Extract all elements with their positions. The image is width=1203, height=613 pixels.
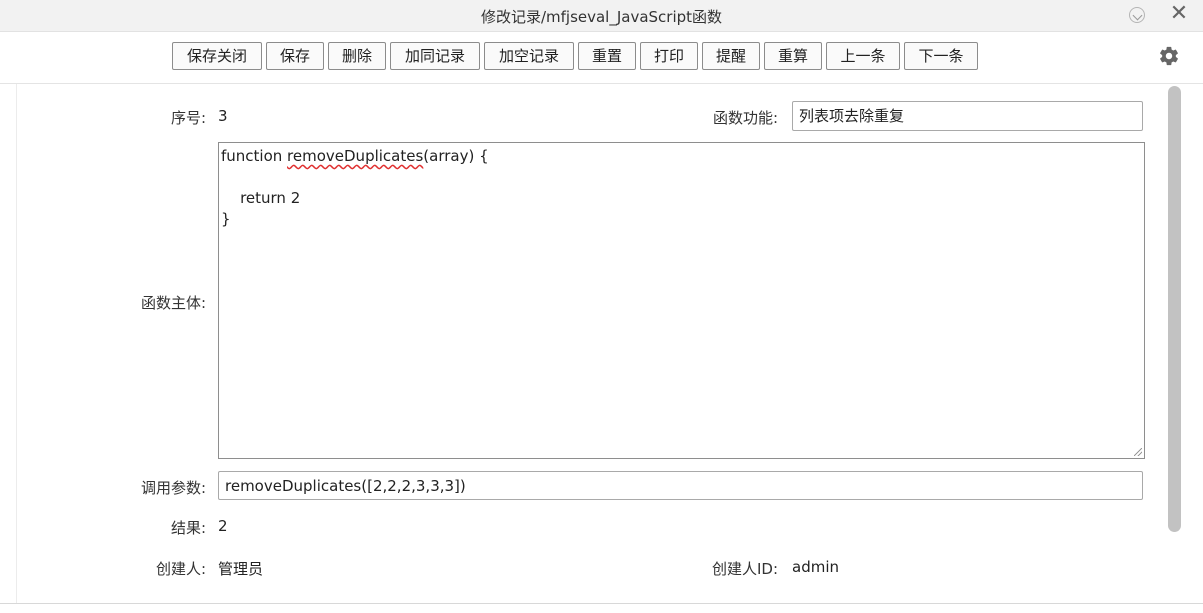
add-empty-record-button[interactable]: 加空记录 — [484, 42, 574, 70]
record-edit-window: 修改记录/mfjseval_JavaScript函数 ✕ 保存关闭 保存 删除 … — [0, 0, 1203, 604]
result-label: 结果: — [170, 519, 206, 537]
code-line: return 2 — [221, 189, 301, 207]
resize-grip-icon[interactable] — [1134, 448, 1142, 456]
toolbar: 保存关闭 保存 删除 加同记录 加空记录 重置 打印 提醒 重算 上一条 下一条 — [0, 31, 1203, 84]
func-body-textarea[interactable]: function removeDuplicates(array) { retur… — [218, 142, 1145, 459]
func-purpose-label: 函数功能: — [712, 109, 778, 127]
content-left-border — [16, 84, 17, 603]
title-bar: 修改记录/mfjseval_JavaScript函数 ✕ — [0, 0, 1203, 32]
code-line: } — [221, 210, 231, 228]
next-record-button[interactable]: 下一条 — [904, 42, 978, 70]
remind-button[interactable]: 提醒 — [702, 42, 760, 70]
gear-icon[interactable] — [1158, 45, 1180, 67]
call-params-label: 调用参数: — [140, 479, 206, 497]
print-button[interactable]: 打印 — [640, 42, 698, 70]
restore-icon[interactable] — [1129, 7, 1145, 23]
close-icon[interactable]: ✕ — [1168, 3, 1190, 26]
vertical-scrollbar[interactable] — [1168, 86, 1181, 532]
spellcheck-word: removeDuplicates — [287, 147, 424, 165]
code-line: function removeDuplicates(array) { — [221, 146, 1142, 167]
code-keyword: function — [221, 147, 288, 165]
creator-id-label: 创建人ID: — [711, 560, 778, 578]
reset-button[interactable]: 重置 — [578, 42, 636, 70]
window-title: 修改记录/mfjseval_JavaScript函数 — [480, 8, 723, 26]
seq-label: 序号: — [170, 109, 206, 127]
func-purpose-input[interactable]: 列表项去除重复 — [792, 101, 1143, 131]
result-value: 2 — [218, 517, 228, 535]
add-same-record-button[interactable]: 加同记录 — [390, 42, 480, 70]
creator-id-value: admin — [792, 558, 839, 576]
func-body-label: 函数主体: — [140, 294, 206, 312]
save-button[interactable]: 保存 — [266, 42, 324, 70]
code-suffix: (array) { — [423, 147, 489, 165]
creator-value: 管理员 — [218, 560, 264, 578]
save-close-button[interactable]: 保存关闭 — [172, 42, 262, 70]
seq-value: 3 — [218, 107, 228, 125]
recalculate-button[interactable]: 重算 — [764, 42, 822, 70]
call-params-input[interactable]: removeDuplicates([2,2,2,3,3,3]) — [218, 471, 1143, 500]
previous-record-button[interactable]: 上一条 — [826, 42, 900, 70]
creator-label: 创建人: — [155, 560, 206, 578]
delete-button[interactable]: 删除 — [328, 42, 386, 70]
